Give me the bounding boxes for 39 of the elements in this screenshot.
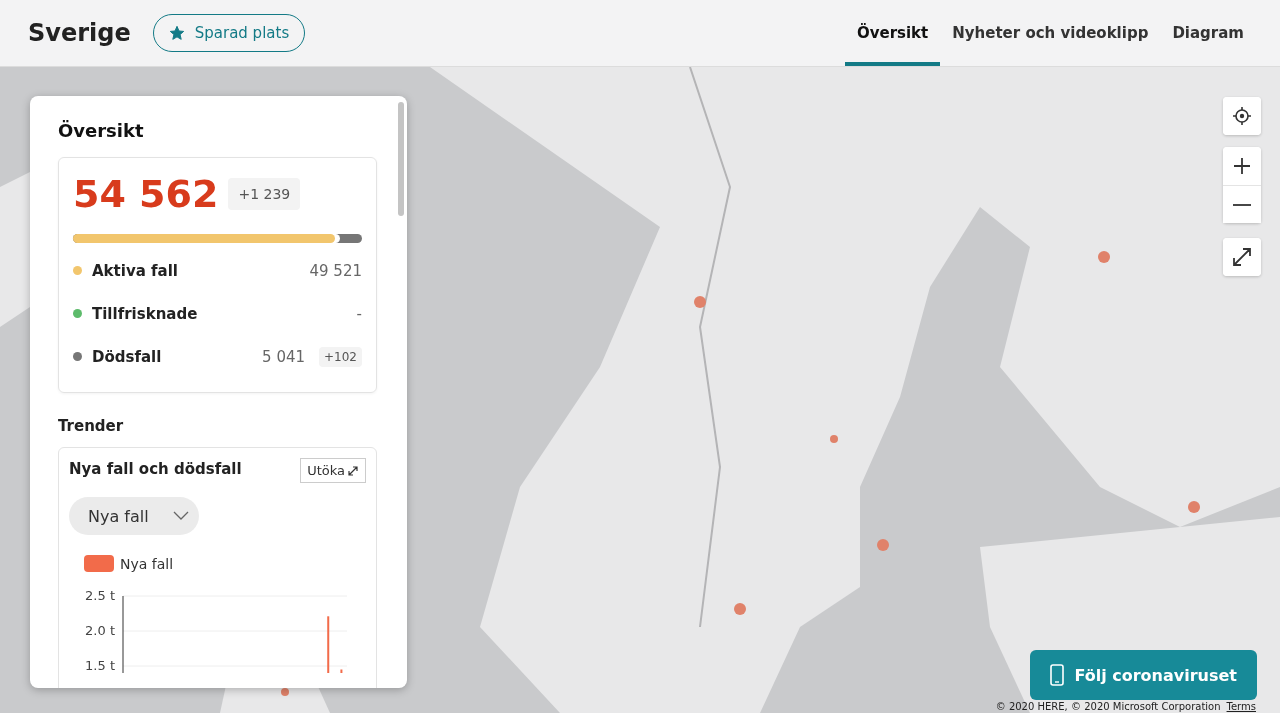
nav-tab[interactable]: Diagram: [1160, 0, 1256, 66]
chart-title: Nya fall och dödsfall: [69, 460, 242, 478]
expand-icon: [347, 464, 359, 477]
zoom-in-button[interactable]: [1223, 147, 1261, 185]
total-cases: 54 562: [73, 172, 219, 216]
follow-button[interactable]: Följ coronaviruset: [1030, 650, 1257, 700]
metric-dropdown[interactable]: Nya fall: [69, 497, 199, 535]
locate-button[interactable]: [1223, 97, 1261, 135]
nav-tab[interactable]: Nyheter och videoklipp: [940, 0, 1161, 66]
legend-label: Nya fall: [120, 555, 174, 572]
stat-label: Dödsfall: [92, 347, 163, 366]
axis-tick-label: 1.5 t: [85, 658, 115, 673]
fullscreen-button[interactable]: [1223, 238, 1261, 276]
map-attribution: © 2020 HERE, © 2020 Microsoft Corporation: [995, 701, 1221, 712]
bar: [327, 616, 330, 673]
stat-value: 5 041: [262, 347, 306, 366]
stat-value: 49 521: [309, 261, 362, 280]
phone-icon: [1050, 664, 1065, 686]
expand-button[interactable]: Utöka: [300, 458, 366, 483]
bar: [340, 669, 343, 673]
section-title: Trender: [58, 417, 125, 435]
scrollbar-thumb[interactable]: [398, 102, 404, 216]
expand-icon: [1232, 247, 1252, 267]
stat-value: -: [356, 304, 362, 323]
plus-icon: [1233, 157, 1251, 175]
axis-tick-label: 2.0 t: [85, 623, 115, 638]
terms-link[interactable]: Terms: [1226, 701, 1256, 712]
page-title: Sverige: [28, 19, 131, 47]
change-tag: +102: [319, 346, 362, 367]
stat-label: Tillfrisknade: [92, 304, 199, 323]
zoom-out-button[interactable]: [1223, 185, 1261, 223]
chevron-down-icon: [173, 511, 189, 521]
section-title: Översikt: [58, 120, 145, 141]
stat-label: Aktiva fall: [92, 261, 179, 280]
axis-tick-label: 2.5 t: [85, 588, 115, 603]
change-tag: +1 239: [228, 178, 301, 210]
crosshair-icon: [1232, 106, 1252, 126]
star-icon: [168, 25, 185, 41]
minus-icon: [1233, 203, 1251, 206]
